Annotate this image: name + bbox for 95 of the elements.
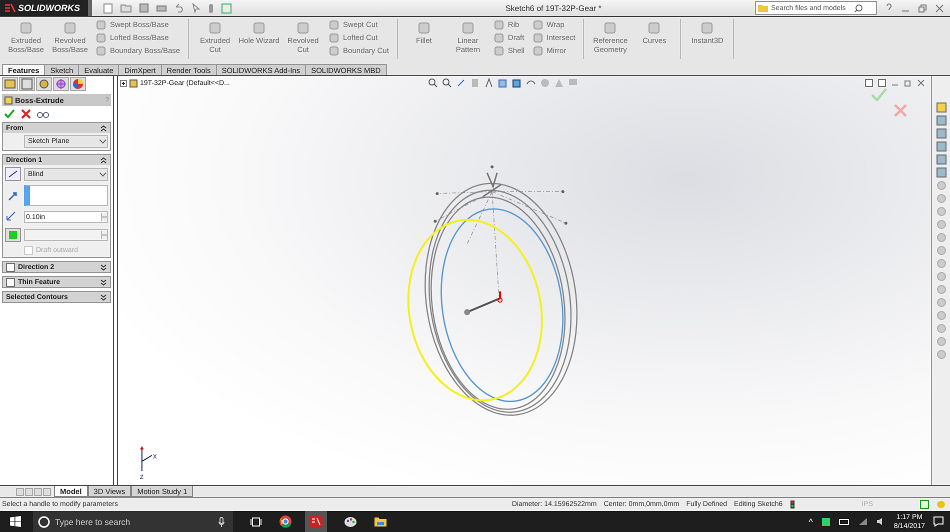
help-icon[interactable]	[885, 3, 893, 13]
expand-icon[interactable]	[100, 294, 107, 300]
search-icon[interactable]	[854, 4, 863, 12]
tool-icon	[329, 20, 340, 30]
previous-view-icon[interactable]	[456, 78, 466, 88]
configuration-tab-icon[interactable]	[36, 77, 52, 91]
expand-icon[interactable]	[100, 264, 107, 270]
tool-icon[interactable]	[936, 310, 946, 321]
cube-icon	[5, 228, 21, 242]
cortana-icon[interactable]	[38, 516, 50, 528]
cross-icon[interactable]	[21, 109, 31, 119]
cursor-icon[interactable]	[192, 3, 201, 13]
tool-icon	[532, 46, 543, 56]
view-orientation-icon[interactable]	[498, 78, 508, 88]
tool-icon	[19, 21, 33, 35]
tool-icon	[416, 21, 431, 35]
battery-icon[interactable]	[838, 518, 850, 526]
app-logo-text: SOLIDWORKS	[18, 3, 80, 13]
show-hidden-icons-button[interactable]: ^	[808, 516, 813, 526]
display-style-icon[interactable]	[512, 78, 522, 88]
taskbar-search-box[interactable]: Type here to search	[33, 511, 233, 532]
logo-icon	[4, 3, 16, 13]
tool-icon[interactable]	[936, 206, 946, 217]
tool-icon	[460, 21, 475, 35]
help-icon[interactable]	[920, 500, 929, 509]
tool-icon[interactable]	[936, 336, 946, 347]
notification-icon[interactable]	[933, 516, 944, 527]
reverse-direction-icon[interactable]	[5, 167, 21, 181]
tool-icon[interactable]	[936, 245, 946, 256]
microphone-icon[interactable]	[218, 516, 225, 526]
task-pane-tab-icon[interactable]	[936, 115, 946, 126]
restore-icon[interactable]	[904, 79, 912, 87]
new-file-icon[interactable]	[103, 2, 113, 14]
tool-icon[interactable]	[936, 219, 946, 230]
expand-icon[interactable]	[120, 80, 127, 87]
tool-icon[interactable]	[936, 258, 946, 269]
tool-icon	[494, 20, 504, 30]
browser-icon[interactable]	[279, 515, 292, 528]
folder-icon[interactable]	[374, 516, 387, 527]
task-pane-tab-icon[interactable]	[936, 102, 946, 113]
restore-icon[interactable]	[918, 4, 927, 12]
tool-icon	[532, 20, 543, 30]
tool-icon	[252, 21, 266, 35]
cad-app-icon[interactable]	[305, 511, 327, 532]
windows-logo-icon[interactable]	[10, 516, 21, 527]
tool-icon	[329, 32, 340, 42]
task-pane-tab-icon[interactable]	[936, 128, 946, 139]
tool-icon[interactable]	[936, 193, 946, 204]
tool-icon	[208, 21, 222, 35]
part-icon	[129, 79, 138, 88]
close-icon[interactable]	[935, 4, 944, 12]
crosshair-tab-icon[interactable]	[53, 77, 69, 91]
input-field[interactable]	[24, 229, 108, 241]
tool-icon	[296, 21, 310, 35]
tool-icon	[603, 21, 618, 35]
task-view-icon[interactable]	[250, 516, 262, 526]
checkbox[interactable]	[6, 262, 15, 272]
tool-icon	[647, 21, 662, 35]
tool-icon[interactable]	[936, 349, 946, 360]
zoom-area-icon[interactable]	[442, 78, 452, 88]
collapse-icon[interactable]	[100, 156, 107, 164]
wifi-icon[interactable]	[858, 517, 868, 526]
checkbox[interactable]	[6, 278, 15, 286]
appearance-tab-icon[interactable]	[70, 77, 86, 91]
feature-tree-tab-icon[interactable]	[2, 77, 18, 91]
tool-icon	[329, 46, 340, 56]
undo-icon[interactable]	[174, 3, 185, 13]
expand-icon[interactable]	[100, 278, 107, 286]
paint-palette-icon[interactable]	[344, 516, 357, 528]
tool-icon	[532, 32, 543, 42]
panel-collapse-handle[interactable]	[114, 76, 118, 485]
checkmark-icon[interactable]	[4, 109, 15, 119]
tool-icon	[494, 46, 504, 56]
taskbar-search-field[interactable]: Type here to search	[55, 516, 213, 526]
glasses-icon[interactable]	[37, 109, 49, 119]
task-pane-tab-icon[interactable]	[936, 167, 946, 178]
checkmark-icon[interactable]	[871, 88, 887, 101]
tool-icon[interactable]	[936, 232, 946, 243]
window-title: Sketch6 of 19T-32P-Gear *	[504, 4, 603, 12]
task-pane-tab-icon[interactable]	[936, 141, 946, 152]
tool-icon[interactable]	[936, 284, 946, 295]
tool-icon[interactable]	[936, 271, 946, 282]
tool-icon[interactable]	[936, 323, 946, 334]
tool-icon[interactable]	[936, 297, 946, 308]
tool-icon	[494, 32, 504, 42]
property-tab-icon[interactable]	[19, 77, 35, 91]
traffic-light-icon	[790, 500, 795, 509]
close-icon[interactable]	[917, 79, 925, 87]
dynamic-annotation-icon[interactable]	[484, 78, 494, 88]
feature-icon	[4, 96, 13, 104]
collapse-icon[interactable]	[100, 124, 107, 132]
zoom-to-fit-icon[interactable]	[428, 78, 438, 88]
task-pane-tab-icon[interactable]	[936, 154, 946, 165]
tool-icon	[700, 21, 714, 35]
tool-icon	[63, 21, 77, 35]
